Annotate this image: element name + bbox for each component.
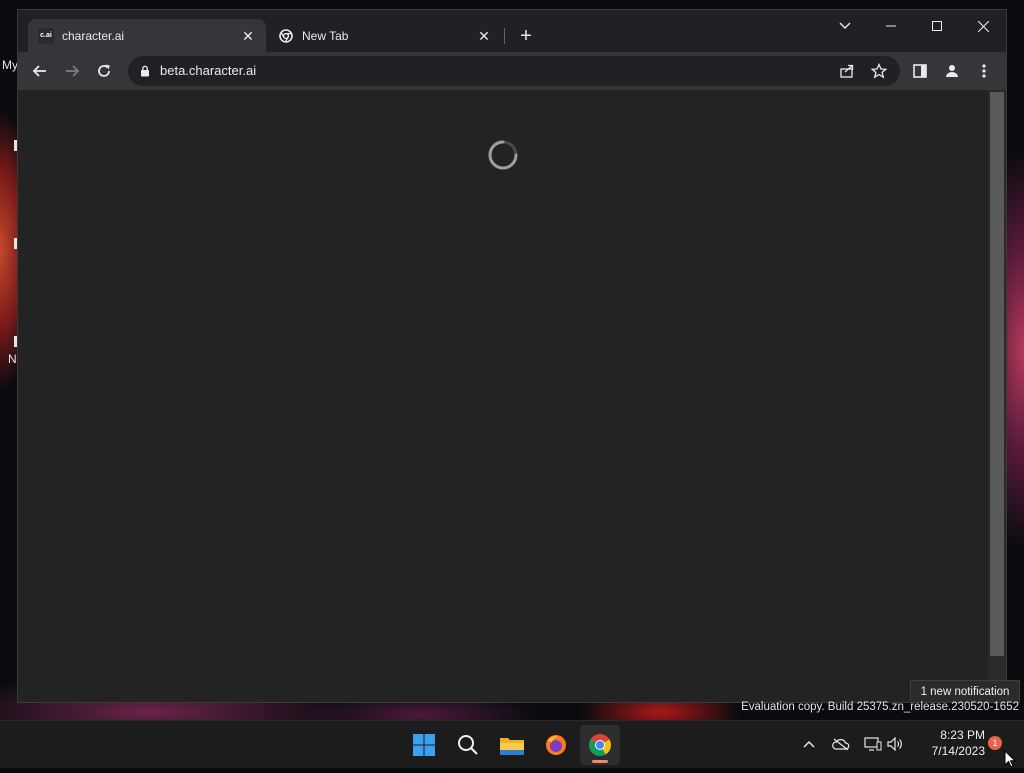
back-button[interactable] [28, 59, 52, 83]
more-vertical-icon [982, 64, 986, 78]
reload-button[interactable] [92, 59, 116, 83]
scrollbar-thumb[interactable] [990, 92, 1004, 656]
new-tab-button[interactable]: + [516, 26, 536, 46]
active-app-indicator [592, 760, 608, 763]
folder-icon [500, 738, 524, 755]
forward-button[interactable] [60, 59, 84, 83]
tab-search-chevron-down-icon[interactable] [822, 10, 868, 42]
taskbar: 8:23 PM 7/14/2023 [0, 720, 1024, 768]
clock-time: 8:23 PM [940, 728, 985, 742]
desktop-icon-fragment[interactable] [14, 238, 17, 249]
share-icon[interactable] [838, 62, 856, 80]
evaluation-watermark: Evaluation copy. Build 25375.zn_release.… [741, 701, 1019, 713]
clock-date: 7/14/2023 [931, 744, 985, 758]
profile-icon [946, 65, 958, 77]
onedrive-offline-icon[interactable] [830, 733, 852, 755]
tab-title: character.ai [62, 28, 125, 43]
side-panel-icon [913, 64, 927, 78]
desktop-icon-fragment[interactable] [14, 140, 17, 151]
show-hidden-icons-chevron-up-icon[interactable] [798, 733, 820, 755]
taskbar-clock[interactable]: 8:23 PM 7/14/2023 [915, 727, 985, 759]
reload-icon [98, 64, 110, 77]
loading-spinner-icon [486, 138, 520, 177]
close-tab-icon[interactable]: ✕ [476, 28, 492, 44]
notification-tooltip: 1 new notification [910, 680, 1020, 703]
arrow-right-icon [66, 65, 80, 77]
tab-character-ai[interactable]: c.ai character.ai ✕ [28, 19, 266, 52]
bookmark-star-icon[interactable] [870, 62, 888, 80]
chrome-icon [278, 28, 294, 44]
chrome-taskbar-button[interactable] [580, 725, 620, 765]
mouse-cursor-icon [1004, 749, 1017, 773]
tab-title: New Tab [302, 28, 349, 43]
url-text[interactable]: beta.character.ai [160, 63, 256, 78]
desktop-icon-fragment[interactable] [14, 336, 17, 347]
search-icon [458, 735, 478, 755]
browser-window: c.ai character.ai ✕ New Tab ✕ + beta.cha… [18, 10, 1006, 702]
tab-strip: c.ai character.ai ✕ New Tab ✕ + [18, 10, 1006, 52]
close-tab-icon[interactable]: ✕ [240, 28, 256, 44]
side-panel-button[interactable] [908, 59, 932, 83]
scrollbar[interactable] [988, 90, 1006, 702]
network-icon[interactable] [862, 733, 884, 755]
maximize-button[interactable] [914, 10, 960, 42]
search-button[interactable] [448, 725, 488, 765]
browser-toolbar: beta.character.ai [18, 52, 1006, 90]
volume-icon[interactable] [884, 733, 906, 755]
notification-badge[interactable]: 1 [988, 736, 1002, 750]
tab-separator [504, 28, 505, 44]
firefox-icon [546, 735, 566, 755]
file-explorer-button[interactable] [492, 725, 532, 765]
profile-button[interactable] [940, 59, 964, 83]
firefox-button[interactable] [536, 725, 576, 765]
tab-new-tab[interactable]: New Tab ✕ [268, 19, 502, 52]
character-ai-favicon-icon: c.ai [38, 27, 54, 44]
lock-icon[interactable] [140, 64, 150, 82]
minimize-button[interactable] [868, 10, 914, 42]
address-bar[interactable]: beta.character.ai [128, 56, 900, 86]
desktop-icon-label[interactable]: N [8, 352, 17, 366]
start-button[interactable] [404, 725, 444, 765]
desktop-icon-label[interactable]: My [2, 58, 18, 72]
menu-button[interactable] [972, 59, 996, 83]
close-window-button[interactable] [960, 10, 1006, 42]
arrow-left-icon [32, 65, 46, 77]
chrome-icon [589, 734, 611, 756]
page-content[interactable] [18, 90, 988, 702]
windows-start-icon [413, 734, 435, 756]
